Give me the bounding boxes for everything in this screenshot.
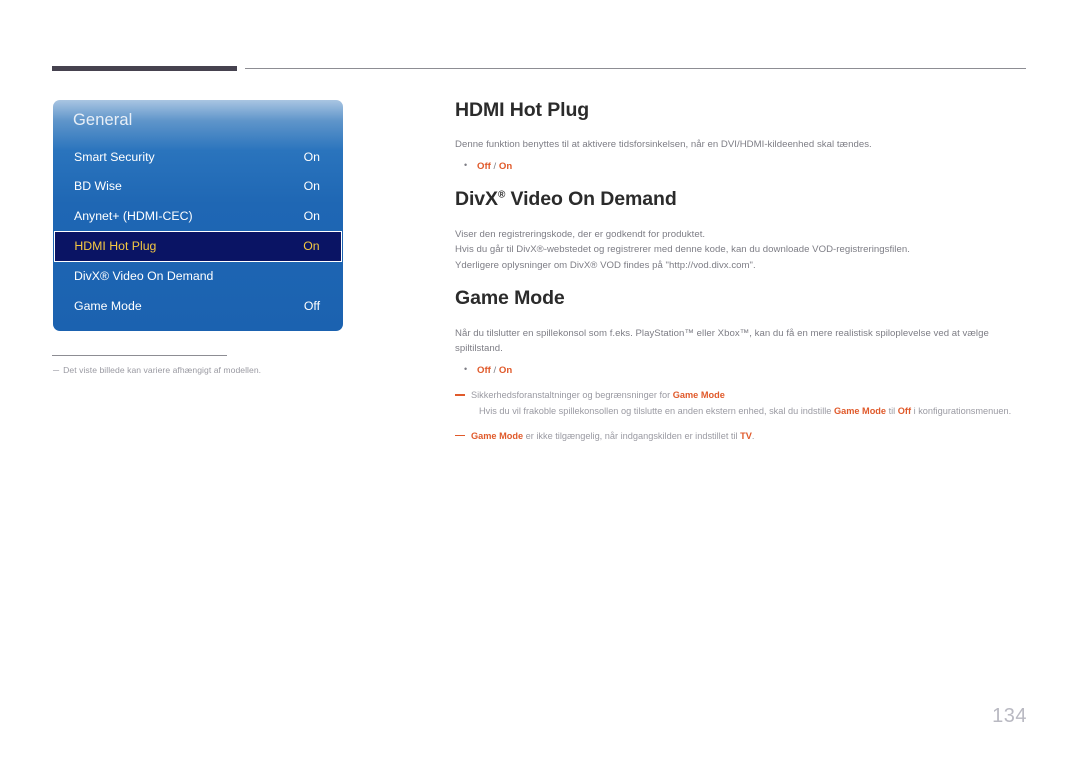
- note-dash-icon: [455, 394, 465, 396]
- osd-menu-item-game-mode[interactable]: Game Mode Off: [53, 291, 343, 321]
- osd-menu-list: Smart Security On BD Wise On Anynet+ (HD…: [53, 142, 343, 321]
- section1-options-list: Off / On: [455, 158, 1027, 174]
- osd-item-value: On: [303, 239, 320, 253]
- osd-item-label: Anynet+ (HDMI-CEC): [74, 208, 193, 223]
- header-rule-thick: [52, 66, 237, 71]
- section-heading-divx-vod: DivX® Video On Demand: [455, 187, 1027, 211]
- osd-item-value: On: [303, 149, 320, 164]
- osd-menu-item-bd-wise[interactable]: BD Wise On: [53, 172, 343, 202]
- option-on: On: [498, 364, 513, 376]
- osd-item-label: Smart Security: [74, 149, 155, 164]
- option-off: Off: [477, 160, 491, 172]
- osd-menu-item-divx-vod[interactable]: DivX® Video On Demand: [53, 262, 343, 292]
- osd-item-value: On: [303, 179, 320, 194]
- section3-option-item: Off / On: [455, 362, 1027, 378]
- note-precautions-highlight: Game Mode: [672, 390, 725, 400]
- osd-item-value: Off: [303, 298, 320, 313]
- section3-paragraph: Når du tilslutter en spillekonsol som f.…: [455, 327, 989, 355]
- option-separator: /: [490, 160, 499, 172]
- osd-item-label: BD Wise: [74, 179, 122, 194]
- osd-item-label: HDMI Hot Plug: [74, 239, 157, 253]
- note-tv-middle: er ikke tilgængelig, når indgangskilden …: [523, 430, 741, 441]
- page-number: 134: [992, 705, 1027, 727]
- note-detail-a: Hvis du vil frakoble spillekonsollen og …: [479, 406, 834, 417]
- divx-heading-main: DivX: [455, 188, 498, 211]
- left-note-rule: [52, 355, 227, 356]
- osd-item-value: On: [303, 208, 320, 223]
- left-footnote: ─ Det viste billede kan variere afhængigt…: [53, 365, 373, 375]
- footnote-dash-icon: ─: [53, 365, 60, 375]
- section2-paragraph-1: Viser den registreringskode, der er godk…: [455, 228, 706, 240]
- option-separator: /: [490, 364, 499, 376]
- note-precautions: Sikkerhedsforanstaltninger og begrænsnin…: [455, 388, 1027, 403]
- note-precautions-detail: Hvis du vil frakoble spillekonsollen og …: [455, 404, 1027, 419]
- divx-heading-rest: Video On Demand: [505, 188, 677, 211]
- osd-menu-item-anynet[interactable]: Anynet+ (HDMI-CEC) On: [53, 201, 343, 231]
- note-tv-restriction: Game Mode er ikke tilgængelig, når indga…: [455, 429, 1027, 444]
- manual-content: HDMI Hot Plug Denne funktion benyttes ti…: [455, 98, 1027, 445]
- option-on: On: [498, 160, 513, 172]
- note-detail-c: i konfigurationsmenuen.: [911, 406, 1012, 417]
- osd-menu-panel: General Smart Security On BD Wise On Any…: [53, 100, 343, 331]
- note-tv-highlight-game-mode: Game Mode: [471, 430, 524, 441]
- section-heading-game-mode: Game Mode: [455, 287, 565, 310]
- section3-options-list: Off / On: [455, 362, 1027, 378]
- note-dash-icon: [455, 434, 465, 437]
- note-detail-b: til: [886, 406, 898, 417]
- osd-item-label: Game Mode: [74, 298, 142, 313]
- section1-option-item: Off / On: [455, 158, 1027, 174]
- section-heading-hdmi-hot-plug: HDMI Hot Plug: [455, 99, 590, 121]
- note-tv-highlight-tv: TV: [740, 430, 752, 441]
- note-tv-end: .: [751, 430, 755, 441]
- section1-paragraph: Denne funktion benyttes til at aktivere …: [455, 139, 872, 151]
- section2-paragraph-3: Yderligere oplysninger om DivX® VOD find…: [455, 259, 756, 271]
- osd-menu-item-hdmi-hot-plug[interactable]: HDMI Hot Plug On: [54, 230, 342, 262]
- osd-menu-item-smart-security[interactable]: Smart Security On: [53, 142, 343, 172]
- footnote-text: Det viste billede kan variere afhængigt …: [63, 365, 262, 375]
- note-detail-highlight-game-mode: Game Mode: [833, 406, 887, 417]
- header-rule-thin: [245, 68, 1026, 69]
- section3-notes: Sikkerhedsforanstaltninger og begrænsnin…: [455, 388, 1027, 444]
- osd-menu-title: General: [73, 111, 133, 129]
- option-off: Off: [477, 364, 491, 376]
- osd-item-label: DivX® Video On Demand: [74, 269, 214, 284]
- note-precautions-text: Sikkerhedsforanstaltninger og begrænsnin…: [471, 390, 673, 400]
- section2-paragraph-2: Hvis du går til DivX®-webstedet og regis…: [455, 244, 910, 256]
- note-detail-highlight-off: Off: [897, 406, 912, 417]
